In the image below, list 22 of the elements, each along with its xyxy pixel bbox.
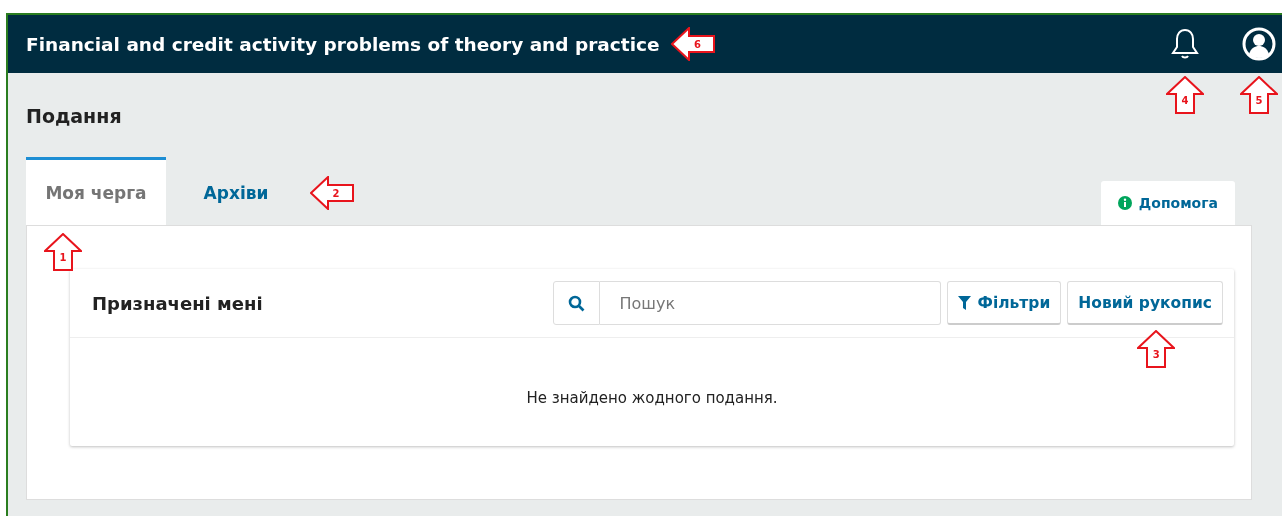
callout-arrow: 2 — [310, 176, 354, 210]
site-title: Financial and credit activity problems of theory and practice — [26, 33, 660, 55]
callout-arrow: 3 — [1137, 330, 1176, 368]
tab[interactable]: Моя черга — [26, 157, 166, 225]
help-tab[interactable]: Допомога — [1100, 181, 1235, 225]
info-icon — [1117, 196, 1132, 210]
search-icon — [567, 294, 585, 312]
callout-arrow: 4 — [1166, 76, 1204, 114]
card-title: Призначені мені — [92, 292, 264, 314]
filter-icon — [957, 295, 971, 310]
new-submission-button[interactable]: Новий рукопис — [1067, 281, 1223, 325]
page-title: Подання — [26, 105, 123, 127]
search-button[interactable] — [552, 281, 600, 325]
user-icon[interactable] — [1242, 27, 1276, 61]
empty-message: Не знайдено жодного подання. — [526, 389, 778, 407]
tab[interactable]: Архіви — [166, 157, 306, 225]
callout-arrow: 5 — [1240, 76, 1278, 114]
callout-arrow: 1 — [44, 233, 82, 271]
bell-icon[interactable] — [1170, 27, 1200, 61]
search-field[interactable]: Пошук — [599, 281, 941, 325]
callout-arrow: 6 — [671, 27, 716, 61]
filter-button[interactable]: Фільтри — [946, 281, 1062, 325]
